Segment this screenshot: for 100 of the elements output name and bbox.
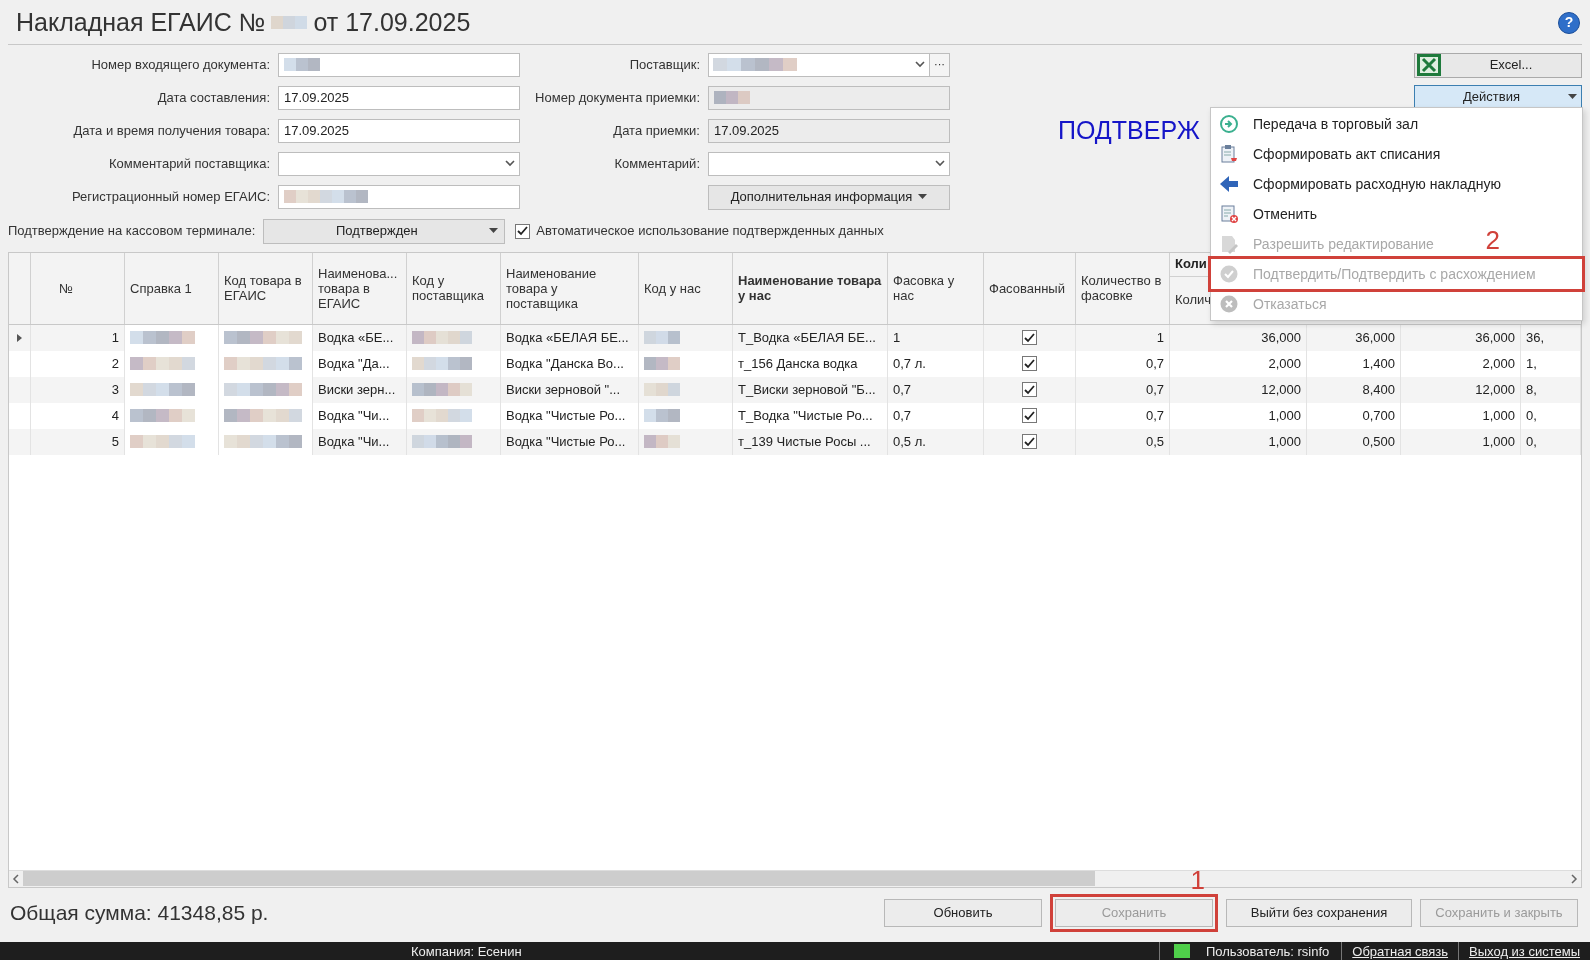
table-cell: Водка «БЕЛАЯ БЕ... — [501, 324, 639, 351]
blurred-text-drawing — [412, 409, 472, 422]
column-header[interactable]: Наименование товара у нас — [733, 252, 888, 324]
column-header[interactable]: Количество в фасовке — [1076, 252, 1170, 324]
table-cell: 8,400 — [1307, 376, 1401, 403]
checkbox[interactable] — [1022, 356, 1037, 371]
blurred-text-drawing — [412, 331, 472, 344]
table-cell: Водка "Данска Во... — [501, 350, 639, 377]
table-cell: 2,000 — [1401, 350, 1521, 377]
field-label: Номер входящего документа: — [90, 55, 270, 74]
table-cell: 0,5 л. — [888, 428, 984, 455]
blurred-text-drawing — [644, 357, 680, 370]
field-label: Подтверждение на кассовом терминале: — [8, 222, 256, 241]
column-header[interactable]: Фасованный — [984, 252, 1076, 324]
table-cell: Водка "Чи... — [313, 402, 407, 429]
help-button[interactable]: ? — [1558, 11, 1580, 34]
input-field[interactable] — [708, 85, 950, 110]
input-field[interactable]: 17.09.2025 — [278, 85, 520, 110]
menu-item[interactable]: Отменить — [1211, 199, 1321, 229]
supplier-combobox[interactable] — [708, 52, 930, 77]
table-cell: Т_Водка "Чистые Ро... — [733, 402, 888, 429]
document-title: Накладная ЕГАИС № — [16, 7, 266, 38]
table-cell: 0,7 л. — [888, 350, 984, 377]
excel-button[interactable]: Excel... — [1414, 52, 1582, 78]
field-label: Поставщик: — [628, 55, 700, 74]
checkbox[interactable] — [515, 223, 531, 239]
check-circle-icon — [1219, 264, 1239, 284]
blurred-text-drawing — [644, 409, 680, 422]
table-cell: Т_Водка «БЕЛАЯ БЕ... — [733, 324, 888, 351]
input-field[interactable]: 17.09.2025 — [708, 118, 950, 143]
field-label: Номер документа приемки: — [534, 88, 700, 107]
table-cell: 12,000 — [1170, 376, 1307, 403]
column-header[interactable]: Колич — [1175, 290, 1212, 310]
table-cell: Водка «БЕ... — [313, 324, 407, 351]
column-header[interactable]: Наименование товара у поставщика — [501, 252, 639, 324]
menu-item[interactable]: Сформировать расходную накладную — [1211, 169, 1505, 199]
blurred-text-drawing — [130, 409, 195, 422]
terminal-status-dropdown[interactable]: Подтвержден — [263, 218, 506, 244]
field-label: Комментарий поставщика: — [108, 154, 270, 173]
column-header[interactable]: Справка 1 — [125, 252, 219, 324]
additional-info-button[interactable]: Дополнительная информация — [708, 184, 950, 210]
field-label: Дата и время получения товара: — [72, 121, 270, 140]
table-cell: 1 — [1076, 324, 1170, 351]
actions-button[interactable]: Действия — [1414, 84, 1582, 110]
checkbox[interactable] — [1022, 408, 1037, 423]
checkbox[interactable] — [1022, 382, 1037, 397]
table-cell: 0, — [1521, 402, 1581, 429]
blurred-text-drawing — [412, 435, 472, 448]
status-link[interactable]: Обратная связь — [1352, 941, 1449, 960]
table-cell: Водка "Да... — [313, 350, 407, 377]
table-cell: 1, — [1521, 350, 1581, 377]
footer-button[interactable]: Обновить — [884, 898, 1042, 927]
table-cell: Виски зерн... — [313, 376, 407, 403]
table-cell: Водка "Чи... — [313, 428, 407, 455]
blurred-text-drawing — [130, 357, 195, 370]
table-cell: 36, — [1521, 324, 1581, 351]
chevron-down-icon — [935, 160, 945, 167]
annotation-number: 1 — [1190, 863, 1205, 897]
column-header[interactable]: Фасовка у нас — [888, 252, 984, 324]
table-cell: 1,000 — [1401, 402, 1521, 429]
column-header[interactable]: Наименова... товара в ЕГАИС — [313, 252, 407, 324]
arrow-circle-icon — [1219, 114, 1239, 134]
horizontal-scrollbar[interactable] — [9, 869, 1581, 887]
column-header[interactable]: Код у поставщика — [407, 252, 501, 324]
chevron-down-icon — [915, 61, 925, 68]
table-cell: 0,7 — [1076, 350, 1170, 377]
company-name: Компания: Есенин — [411, 942, 522, 960]
annotation-number: 2 — [1485, 225, 1500, 255]
blurred-text-drawing — [284, 58, 320, 71]
footer-button[interactable]: Выйти без сохранения — [1226, 898, 1412, 927]
field-label: Дата приемки: — [612, 121, 700, 140]
blurred-text-drawing — [412, 383, 472, 396]
menu-item[interactable]: Сформировать акт списания — [1211, 139, 1445, 169]
left-arrow-icon — [1219, 174, 1239, 194]
comment-combobox[interactable] — [708, 151, 950, 176]
table-cell: 36,000 — [1401, 324, 1521, 351]
ellipsis-button[interactable]: ··· — [930, 52, 950, 77]
blurred-text-drawing — [644, 331, 680, 344]
input-field[interactable] — [278, 52, 520, 77]
table-cell: 0,5 — [1076, 428, 1170, 455]
column-header[interactable]: Код у нас — [639, 252, 733, 324]
blurred-text-drawing — [644, 435, 680, 448]
comment-combobox[interactable] — [278, 151, 520, 176]
pencil-document-icon — [1219, 234, 1239, 254]
menu-item[interactable]: Передача в торговый зал — [1211, 109, 1423, 139]
input-field[interactable]: 17.09.2025 — [278, 118, 520, 143]
chevron-down-icon — [505, 160, 515, 167]
input-field[interactable] — [278, 184, 520, 209]
checkbox[interactable] — [1022, 434, 1037, 449]
status-link[interactable]: Выход из системы — [1469, 941, 1580, 960]
checkbox[interactable] — [1022, 330, 1037, 345]
table-cell: 1,000 — [1401, 428, 1521, 455]
column-header[interactable]: Код товара в ЕГАИС — [219, 252, 313, 324]
blurred-text-drawing — [271, 16, 308, 30]
checkbox-label: Автоматическое использование подтвержденных данных — [536, 222, 884, 241]
table-cell: 12,000 — [1401, 376, 1521, 403]
column-header[interactable]: № — [31, 252, 125, 324]
table-cell: 0,7 — [1076, 376, 1170, 403]
document-cross-icon — [1219, 204, 1239, 224]
table-cell: Водка "Чистые Ро... — [501, 428, 639, 455]
